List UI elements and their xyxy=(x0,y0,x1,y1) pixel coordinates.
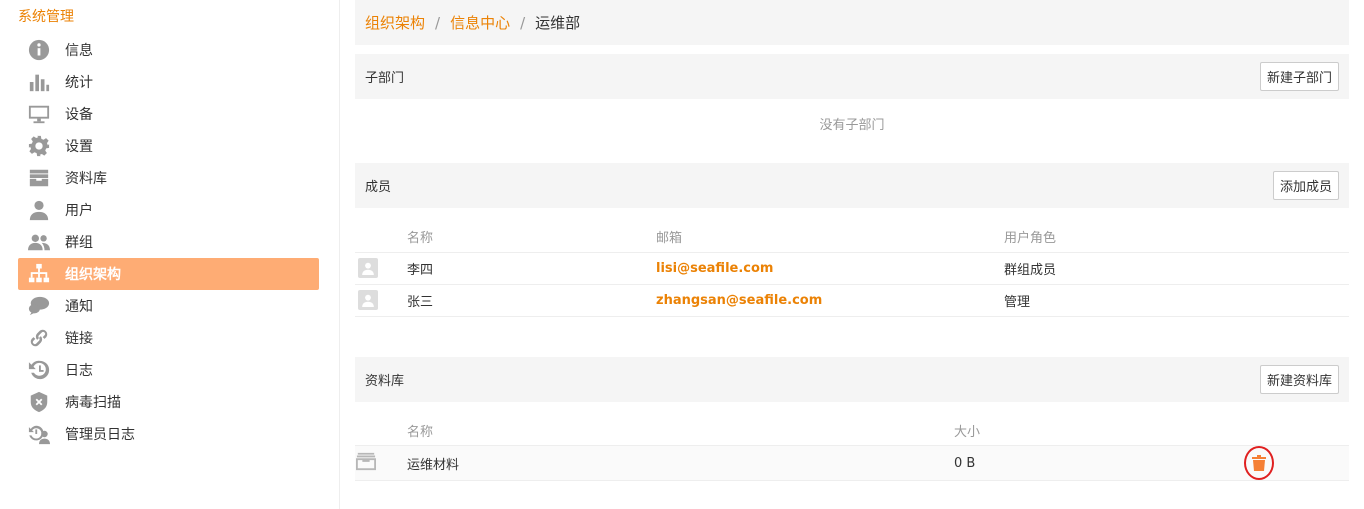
sidebar: 系统管理 信息 统计 设备 设置 资料库 用户 群组 组织架构 通知 链接 日志… xyxy=(0,0,340,509)
sidebar-item-info[interactable]: 信息 xyxy=(18,34,319,66)
new-library-button[interactable]: 新建资料库 xyxy=(1259,364,1339,394)
library-name[interactable]: 运维材料 xyxy=(407,445,954,481)
members-table: 名称 邮箱 用户角色 李四 lisi@seafile.com 群组成员 张三 z… xyxy=(355,222,1349,317)
sidebar-item-label: 用户 xyxy=(65,203,93,219)
subdepts-empty-message: 没有子部门 xyxy=(819,117,885,133)
member-name: 张三 xyxy=(407,284,656,317)
sidebar-item-groups[interactable]: 群组 xyxy=(18,226,319,258)
sidebar-item-label: 组织架构 xyxy=(65,267,121,283)
libraries-title: 资料库 xyxy=(365,373,405,389)
sidebar-item-statistics[interactable]: 统计 xyxy=(18,66,319,98)
member-role: 管理 xyxy=(1004,284,1349,317)
delete-library-button[interactable] xyxy=(1244,446,1274,480)
sidebar-item-label: 群组 xyxy=(65,235,93,251)
sidebar-item-label: 通知 xyxy=(65,299,93,315)
link-icon xyxy=(27,326,51,350)
sidebar-item-label: 信息 xyxy=(65,43,93,59)
breadcrumb: 组织架构 / 信息中心 / 运维部 xyxy=(355,0,1349,45)
libraries-header: 资料库 新建资料库 xyxy=(355,356,1349,402)
column-header-email: 邮箱 xyxy=(656,222,1004,253)
avatar xyxy=(358,290,378,310)
breadcrumb-root-link[interactable]: 组织架构 xyxy=(365,12,425,33)
info-icon xyxy=(27,38,51,62)
library-size: 0 B xyxy=(954,445,1244,481)
sidebar-item-organization[interactable]: 组织架构 xyxy=(18,258,319,290)
sidebar-item-settings[interactable]: 设置 xyxy=(18,130,319,162)
trash-icon xyxy=(1252,455,1266,471)
user-icon xyxy=(27,198,51,222)
add-member-button[interactable]: 添加成员 xyxy=(1272,171,1339,200)
gear-icon xyxy=(27,134,51,158)
sidebar-item-label: 管理员日志 xyxy=(65,427,135,443)
breadcrumb-separator: / xyxy=(520,13,526,32)
sidebar-item-links[interactable]: 链接 xyxy=(18,322,319,354)
sidebar-item-users[interactable]: 用户 xyxy=(18,194,319,226)
member-email[interactable]: lisi@seafile.com xyxy=(656,261,773,276)
avatar xyxy=(358,258,378,278)
sidebar-item-label: 设置 xyxy=(65,139,93,155)
breadcrumb-separator: / xyxy=(435,13,441,32)
group-icon xyxy=(27,230,51,254)
sidebar-item-label: 病毒扫描 xyxy=(65,395,121,411)
members-title: 成员 xyxy=(365,180,392,195)
sidebar-title: 系统管理 xyxy=(18,9,74,25)
subdepts-header: 子部门 新建子部门 xyxy=(355,54,1349,99)
admin-log-icon xyxy=(27,422,51,446)
column-header-role: 用户角色 xyxy=(1004,222,1349,253)
sidebar-item-label: 资料库 xyxy=(65,171,107,187)
table-row: 李四 lisi@seafile.com 群组成员 xyxy=(355,252,1349,285)
sidebar-item-notifications[interactable]: 通知 xyxy=(18,290,319,322)
sidebar-item-libraries[interactable]: 资料库 xyxy=(18,162,319,194)
subdepts-title: 子部门 xyxy=(365,71,405,86)
libraries-table: 名称 大小 运维材料 0 B xyxy=(355,415,1349,481)
sidebar-item-logs[interactable]: 日志 xyxy=(18,354,319,386)
libraries-table-header: 名称 大小 xyxy=(355,415,1349,446)
sidebar-item-label: 统计 xyxy=(65,75,93,91)
sidebar-item-label: 设备 xyxy=(65,107,93,123)
org-chart-icon xyxy=(27,262,51,286)
breadcrumb-parent-link[interactable]: 信息中心 xyxy=(450,12,510,33)
new-subdept-button[interactable]: 新建子部门 xyxy=(1259,62,1339,91)
column-header-size: 大小 xyxy=(954,415,1244,446)
monitor-icon xyxy=(27,102,51,126)
chat-icon xyxy=(27,294,51,318)
column-header-name: 名称 xyxy=(407,222,656,253)
bar-chart-icon xyxy=(27,70,51,94)
library-icon xyxy=(27,166,51,190)
sidebar-item-admin-logs[interactable]: 管理员日志 xyxy=(18,418,319,450)
shield-icon xyxy=(27,390,51,414)
members-table-header: 名称 邮箱 用户角色 xyxy=(355,222,1349,253)
member-name: 李四 xyxy=(407,252,656,285)
main-content: 组织架构 / 信息中心 / 运维部 子部门 新建子部门 没有子部门 成员 添加成… xyxy=(355,0,1349,481)
sidebar-item-devices[interactable]: 设备 xyxy=(18,98,319,130)
member-role: 群组成员 xyxy=(1004,252,1349,285)
table-row: 张三 zhangsan@seafile.com 管理 xyxy=(355,284,1349,317)
history-icon xyxy=(27,358,51,382)
library-icon xyxy=(355,452,377,475)
sidebar-item-virus-scan[interactable]: 病毒扫描 xyxy=(18,386,319,418)
sidebar-nav: 信息 统计 设备 设置 资料库 用户 群组 组织架构 通知 链接 日志 病毒扫描… xyxy=(18,34,319,450)
column-header-name: 名称 xyxy=(407,415,954,446)
table-row: 运维材料 0 B xyxy=(355,445,1349,481)
breadcrumb-current: 运维部 xyxy=(535,14,581,32)
sidebar-item-label: 链接 xyxy=(65,331,93,347)
sidebar-item-label: 日志 xyxy=(65,363,93,379)
members-header: 成员 添加成员 xyxy=(355,163,1349,208)
member-email[interactable]: zhangsan@seafile.com xyxy=(656,293,822,308)
